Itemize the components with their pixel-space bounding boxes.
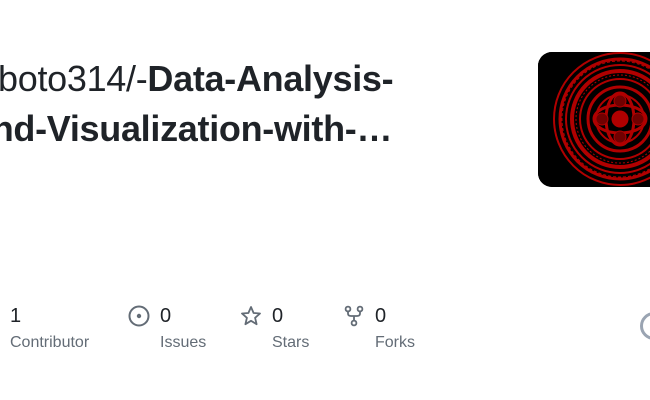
forks-stat[interactable]: 0 Forks bbox=[343, 302, 415, 352]
repo-title[interactable]: boto314/-Data-Analysis- and-Visualizatio… bbox=[0, 54, 518, 154]
contributors-label: Contributor bbox=[10, 334, 90, 351]
stars-label: Stars bbox=[272, 334, 310, 351]
avatar-red-mandala-icon bbox=[538, 52, 650, 187]
repo-forked-icon bbox=[344, 305, 364, 327]
stars-count: 0 bbox=[272, 304, 284, 327]
forks-label: Forks bbox=[375, 334, 415, 351]
issue-opened-icon bbox=[128, 305, 150, 327]
star-icon bbox=[241, 306, 261, 326]
repo-name-part-2: and-Visualization-with-… bbox=[0, 108, 393, 149]
stars-stat[interactable]: 0 Stars bbox=[240, 302, 309, 352]
contributors-stat[interactable]: 1 Contributor bbox=[10, 302, 89, 352]
contributors-count: 1 bbox=[10, 304, 22, 327]
issues-stat[interactable]: 0 Issues bbox=[128, 302, 206, 352]
issues-label: Issues bbox=[160, 334, 207, 351]
repo-title-line-1: boto314/-Data-Analysis- bbox=[0, 54, 518, 104]
repo-name-part-1: Data-Analysis- bbox=[147, 58, 394, 99]
avatar bbox=[538, 52, 650, 187]
issues-count: 0 bbox=[160, 304, 172, 327]
forks-count: 0 bbox=[375, 304, 387, 327]
repo-owner: boto314/- bbox=[0, 58, 148, 99]
repo-stats: 1 Contributor 0 Issues 0 Stars 0 Forks bbox=[0, 302, 650, 362]
